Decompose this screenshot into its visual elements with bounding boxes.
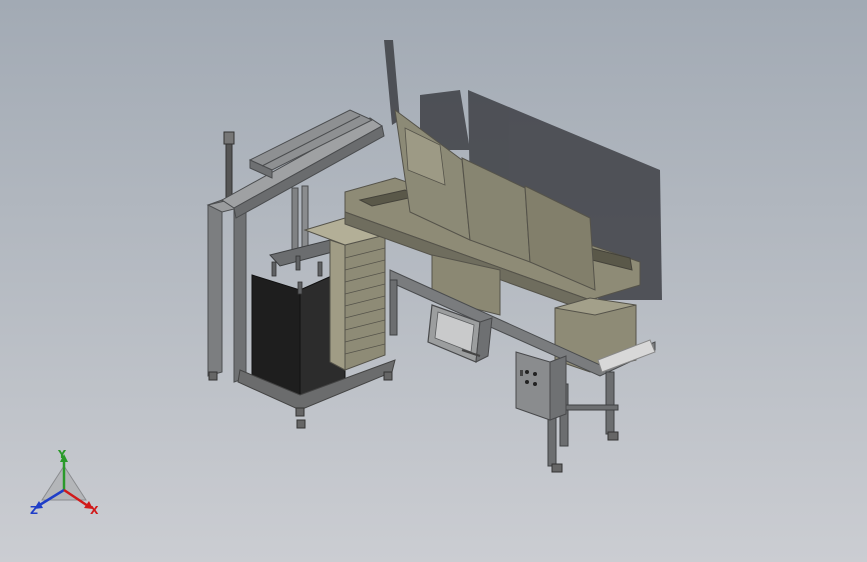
tray-stacker-unit[interactable] xyxy=(206,109,396,429)
cad-viewport[interactable]: Y Z X xyxy=(0,0,867,562)
machine-assembly-model[interactable] xyxy=(0,0,867,562)
electrical-cabinet[interactable] xyxy=(515,351,551,421)
z-axis-label: Z xyxy=(30,504,38,517)
y-axis-label: Y xyxy=(58,448,66,461)
x-axis-label: X xyxy=(90,504,99,517)
